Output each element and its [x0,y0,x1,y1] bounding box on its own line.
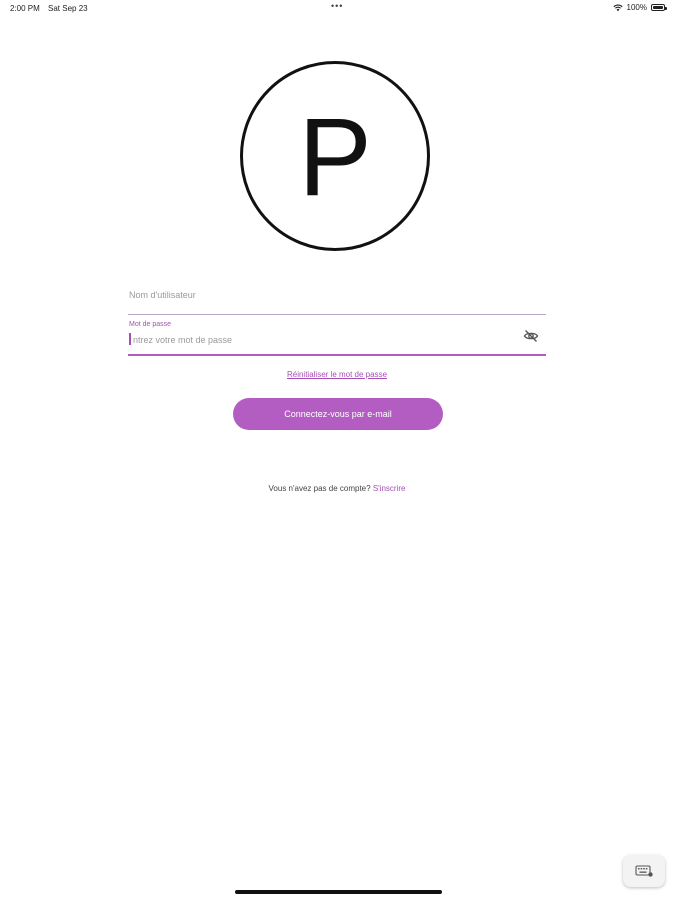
app-logo: P [240,61,430,251]
status-bar: 2:00 PM Sat Sep 23 ••• 100% [0,0,675,18]
signup-prompt-row: Vous n'avez pas de compte? S'inscrire [128,484,546,493]
battery-icon [651,4,667,11]
username-placeholder: Nom d'utilisateur [129,290,196,300]
reset-password-link[interactable]: Réinitialiser le mot de passe [128,370,546,379]
username-field[interactable]: Nom d'utilisateur [128,282,546,315]
battery-percent: 100% [626,3,647,12]
text-caret [129,333,131,345]
home-indicator[interactable] [235,890,442,894]
wifi-icon [612,4,623,11]
keyboard-toggle-button[interactable] [623,855,665,887]
signup-prompt-text: Vous n'avez pas de compte? [268,484,371,493]
password-label: Mot de passe [129,321,172,328]
password-field[interactable]: Mot de passe ntrez votre mot de passe [128,320,546,356]
status-right-cluster: 100% [612,3,667,12]
status-date: Sat Sep 23 [48,4,88,13]
password-placeholder: ntrez votre mot de passe [133,335,233,345]
signup-link[interactable]: S'inscrire [373,484,406,493]
status-time: 2:00 PM [10,4,40,13]
multitasking-dots[interactable]: ••• [331,1,343,11]
keyboard-icon [635,865,653,877]
logo-letter: P [298,96,372,219]
eye-off-icon[interactable] [523,328,539,344]
email-login-button[interactable]: Connectez-vous par e-mail [233,398,443,430]
